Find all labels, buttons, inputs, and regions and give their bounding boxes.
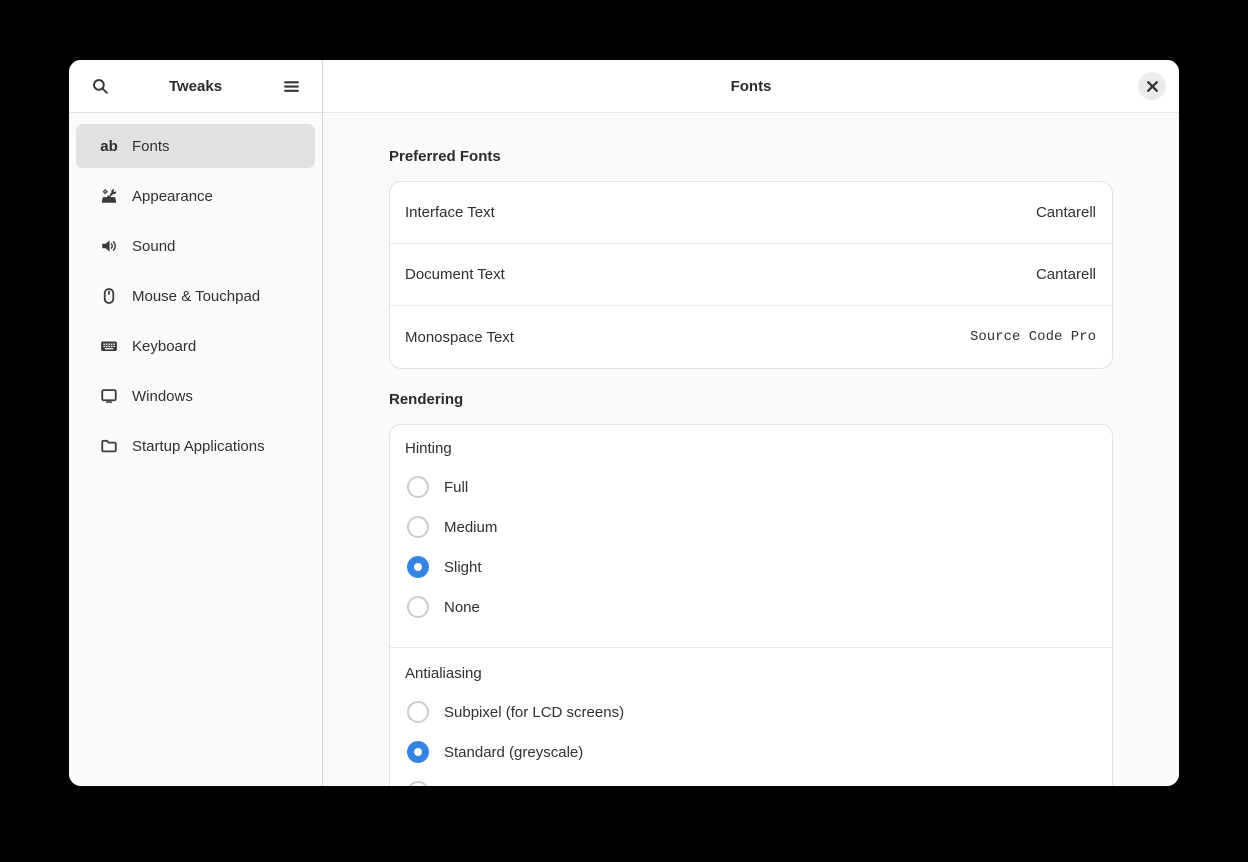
rendering-heading: Rendering [389,391,464,408]
sidebar-item-label: Appearance [132,187,213,205]
radio-icon [407,741,429,763]
app-title: Tweaks [168,77,223,95]
radio-icon [407,516,429,538]
preferred-fonts-card: Interface Text Cantarell Document Text C… [389,181,1113,369]
font-row-label: Interface Text [405,204,495,221]
hinting-option-medium[interactable]: Medium [390,507,1112,547]
font-row-value: Cantarell [1035,266,1096,283]
monitor-icon [100,387,118,405]
sidebar-item-keyboard[interactable]: Keyboard [76,324,315,368]
search-icon[interactable] [87,73,113,99]
font-row-label: Monospace Text [405,328,514,346]
font-row-label: Document Text [405,266,505,283]
hamburger-menu-icon[interactable] [278,73,304,99]
sidebar-item-label: Windows [132,387,193,405]
sidebar-list: ab Fonts Appearance Sound Mouse & Touchp… [69,113,322,485]
folder-icon [100,437,118,455]
antialiasing-option-standard[interactable]: Standard (greyscale) [390,732,1112,772]
hinting-group: Hinting Full Medium Slight None [390,425,1112,647]
monospace-text-row[interactable]: Monospace Text Source Code Pro [390,306,1112,368]
fonts-content: Preferred Fonts Interface Text Cantarell… [323,113,1179,786]
sidebar-item-label: Startup Applications [132,437,265,455]
antialiasing-label: Antialiasing [405,664,482,682]
document-text-row[interactable]: Document Text Cantarell [390,244,1112,306]
sidebar-item-sound[interactable]: Sound [76,224,315,268]
antialiasing-group: Antialiasing Subpixel (for LCD screens) … [390,647,1112,786]
ab-fonts-icon: ab [100,137,118,155]
radio-icon [407,701,429,723]
font-row-value: Cantarell [1035,204,1096,221]
preferred-fonts-heading: Preferred Fonts [389,148,501,165]
radio-icon [407,781,429,786]
sidebar-header: Tweaks [69,60,322,113]
page-title: Fonts [730,77,772,95]
sidebar-item-label: Sound [132,237,176,255]
antialiasing-option-subpixel[interactable]: Subpixel (for LCD screens) [390,692,1112,732]
sidebar-item-fonts[interactable]: ab Fonts [76,124,315,168]
radio-icon [407,596,429,618]
mouse-icon [100,287,118,305]
sidebar-item-label: Keyboard [132,337,197,355]
close-button[interactable] [1138,72,1166,100]
main-header: Fonts [323,60,1179,113]
hinting-option-full[interactable]: Full [390,467,1112,507]
rendering-card: Hinting Full Medium Slight None Antialia… [389,424,1113,786]
hinting-option-none[interactable]: None [390,587,1112,627]
sidebar-item-windows[interactable]: Windows [76,374,315,418]
toolbox-icon [100,187,118,205]
sidebar-item-mouse-touchpad[interactable]: Mouse & Touchpad [76,274,315,318]
sidebar-item-appearance[interactable]: Appearance [76,174,315,218]
sidebar: Tweaks ab Fonts Appearance Sound Mouse &… [69,60,323,786]
radio-icon [407,476,429,498]
tweaks-window: Tweaks ab Fonts Appearance Sound Mouse &… [69,60,1179,786]
antialiasing-option-none[interactable]: None [390,772,1112,786]
sidebar-item-startup-applications[interactable]: Startup Applications [76,424,315,468]
radio-icon [407,556,429,578]
hinting-option-slight[interactable]: Slight [390,547,1112,587]
hinting-label: Hinting [405,439,452,457]
font-row-value: Source Code Pro [969,329,1096,345]
sidebar-item-label: Fonts [132,137,170,155]
main-pane: Fonts Preferred Fonts Interface Text Can… [323,60,1179,786]
speaker-icon [100,237,118,255]
keyboard-icon [100,337,118,355]
interface-text-row[interactable]: Interface Text Cantarell [390,182,1112,244]
sidebar-item-label: Mouse & Touchpad [132,287,261,305]
